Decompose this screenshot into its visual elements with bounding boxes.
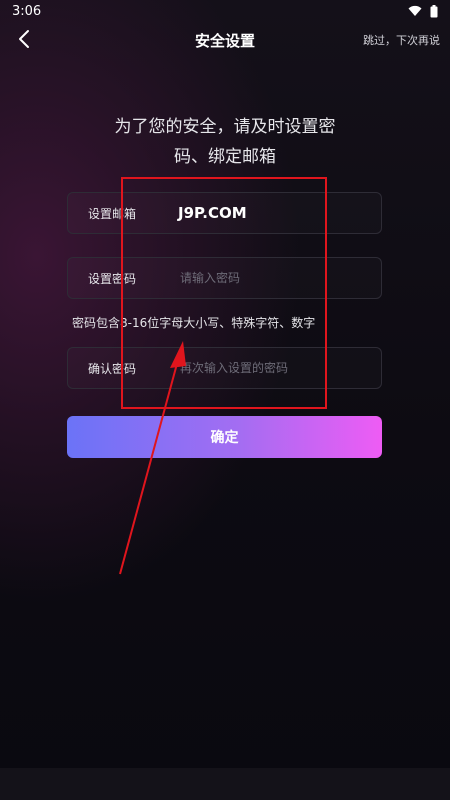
bottom-nav-bar: [0, 768, 450, 800]
status-time: 3:06: [12, 3, 42, 19]
nav-bar: 安全设置 跳过，下次再说: [0, 22, 450, 56]
confirm-button[interactable]: 确定: [67, 416, 382, 458]
status-bar: 3:06: [0, 0, 450, 22]
wifi-icon: [408, 5, 422, 17]
annotation-highlight-box: [121, 177, 327, 409]
status-icons: [408, 4, 438, 18]
battery-icon: [430, 4, 438, 18]
headline-line-1: 为了您的安全，请及时设置密: [114, 117, 336, 137]
security-headline: 为了您的安全，请及时设置密 码、绑定邮箱: [60, 112, 390, 172]
skip-button[interactable]: 跳过，下次再说: [363, 32, 440, 48]
headline-line-2: 码、绑定邮箱: [174, 147, 276, 167]
